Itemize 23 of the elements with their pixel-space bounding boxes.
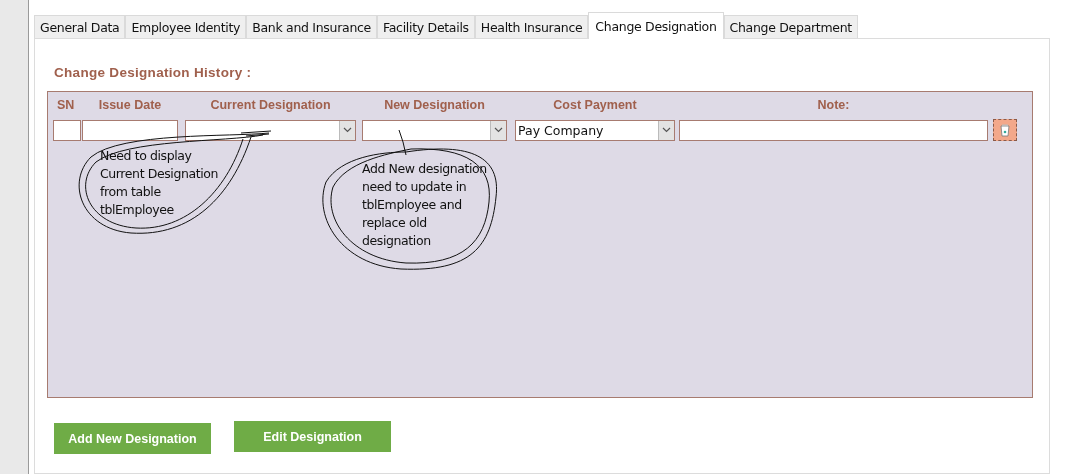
annotation-text: Add New designation need to update in tblEmployee and replace old designation bbox=[362, 160, 487, 250]
tab[interactable]: Bank and Insurance bbox=[246, 15, 377, 38]
input-field[interactable] bbox=[82, 119, 178, 141]
column-header: New Designation bbox=[383, 98, 486, 112]
tab[interactable]: Facility Details bbox=[377, 15, 475, 38]
tab[interactable]: Change Department bbox=[723, 15, 858, 38]
input-field[interactable] bbox=[679, 119, 988, 141]
column-header: SN bbox=[56, 98, 76, 112]
input-field[interactable] bbox=[53, 119, 81, 141]
delete-button[interactable] bbox=[993, 119, 1017, 141]
section-title: Change Designation History : bbox=[54, 65, 253, 80]
column-header: Cost Payment bbox=[552, 98, 638, 112]
tab[interactable]: Health Insurance bbox=[474, 15, 589, 38]
dropdown-field[interactable] bbox=[362, 119, 507, 141]
dropdown-field[interactable] bbox=[185, 119, 356, 141]
dropdown-field[interactable]: Pay Company bbox=[515, 119, 675, 141]
column-header: Note: bbox=[816, 98, 851, 112]
tab[interactable]: Change Designation bbox=[588, 12, 724, 39]
column-header: Current Designation bbox=[209, 98, 332, 112]
trash-icon bbox=[1000, 123, 1010, 137]
tab[interactable]: Employee Identity bbox=[125, 15, 247, 38]
tab[interactable]: General Data bbox=[34, 15, 126, 38]
column-header: Issue Date bbox=[97, 98, 163, 112]
